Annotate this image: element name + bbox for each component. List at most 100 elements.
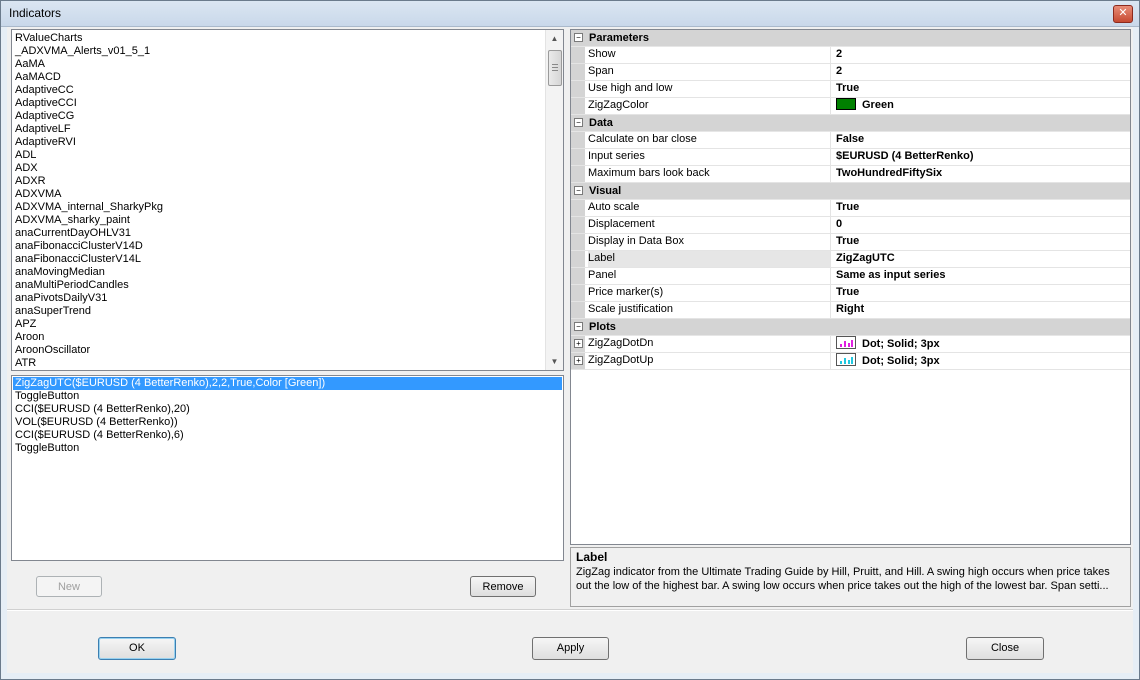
property-value[interactable]: True [836, 285, 1130, 300]
description-title: Label [576, 550, 608, 564]
window-close-icon[interactable]: ✕ [1113, 5, 1133, 23]
property-row[interactable]: Calculate on bar close False [571, 132, 1130, 149]
property-value[interactable]: ZigZagUTC [836, 251, 1130, 266]
applied-indicator-item[interactable]: VOL($EURUSD (4 BetterRenko)) [13, 416, 562, 429]
property-value[interactable]: $EURUSD (4 BetterRenko) [836, 149, 1130, 164]
available-indicator-item[interactable]: ADX [15, 162, 545, 175]
property-row[interactable]: ZigZagColor Green [571, 98, 1130, 115]
new-button[interactable]: New [36, 576, 102, 597]
property-row[interactable]: Label ZigZagUTC [571, 251, 1130, 268]
property-row[interactable]: Price marker(s) True [571, 285, 1130, 302]
property-value[interactable]: True [836, 200, 1130, 215]
available-indicator-item[interactable]: AaMACD [15, 71, 545, 84]
available-indicator-item[interactable]: APZ [15, 318, 545, 331]
property-row[interactable]: + ZigZagDotUp Dot; Solid; 3px [571, 353, 1130, 370]
available-indicator-item[interactable]: ADL [15, 149, 545, 162]
category-data[interactable]: − Data [571, 115, 1130, 132]
apply-button[interactable]: Apply [532, 637, 609, 660]
property-value[interactable]: True [836, 81, 1130, 96]
available-indicator-item[interactable]: RValueCharts [15, 32, 545, 45]
property-value[interactable]: False [836, 132, 1130, 147]
available-indicator-item[interactable]: AdaptiveLF [15, 123, 545, 136]
property-value[interactable]: TwoHundredFiftySix [836, 166, 1130, 181]
ok-button[interactable]: OK [98, 637, 176, 660]
available-indicator-item[interactable]: AaMA [15, 58, 545, 71]
dialog-client: RValueCharts _ADXVMA_Alerts_v01_5_1 AaMA Aa… [7, 27, 1133, 673]
property-description-panel: Label ZigZag indicator from the Ultimate… [570, 547, 1131, 607]
category-label: Visual [589, 185, 622, 197]
property-value[interactable]: 2 [836, 47, 1130, 62]
available-indicators-list[interactable]: RValueCharts _ADXVMA_Alerts_v01_5_1 AaMA Aa… [11, 29, 564, 371]
available-indicator-item[interactable]: AroonOscillator [15, 344, 545, 357]
property-value[interactable]: Same as input series [836, 268, 1130, 283]
property-value[interactable]: Right [836, 302, 1130, 317]
available-indicator-item[interactable]: ATR [15, 357, 545, 370]
category-parameters[interactable]: − Parameters [571, 30, 1130, 47]
property-row[interactable]: Panel Same as input series [571, 268, 1130, 285]
category-label: Parameters [589, 32, 649, 44]
applied-indicator-item[interactable]: ZigZagUTC($EURUSD (4 BetterRenko),2,2,Tr… [13, 377, 562, 390]
property-row[interactable]: Maximum bars look back TwoHundredFiftySix [571, 166, 1130, 183]
property-row[interactable]: Displacement 0 [571, 217, 1130, 234]
available-indicator-item[interactable]: _ADXVMA_Alerts_v01_5_1 [15, 45, 545, 58]
applied-indicator-item[interactable]: ToggleButton [13, 390, 562, 403]
property-row[interactable]: + ZigZagDotDn Dot; Solid; 3px [571, 336, 1130, 353]
available-indicator-item[interactable]: AdaptiveCG [15, 110, 545, 123]
property-row[interactable]: Auto scale True [571, 200, 1130, 217]
property-grid[interactable]: − Parameters Show 2 Span 2 Use high and low Tru… [570, 29, 1131, 545]
expand-icon[interactable]: + [574, 339, 583, 348]
collapse-icon[interactable]: − [574, 33, 583, 42]
available-indicator-item[interactable]: anaPivotsDailyV31 [15, 292, 545, 305]
collapse-icon[interactable]: − [574, 118, 583, 127]
available-indicator-item[interactable]: anaFibonacciClusterV14D [15, 240, 545, 253]
available-indicator-item[interactable]: anaMultiPeriodCandles [15, 279, 545, 292]
scroll-thumb[interactable] [548, 50, 562, 86]
available-indicator-item[interactable]: anaSuperTrend [15, 305, 545, 318]
available-indicator-item[interactable]: AdaptiveRVI [15, 136, 545, 149]
applied-indicator-item[interactable]: ToggleButton [13, 442, 562, 455]
property-row[interactable]: Use high and low True [571, 81, 1130, 98]
available-indicator-item[interactable]: ADXVMA_internal_SharkyPkg [15, 201, 545, 214]
collapse-icon[interactable]: − [574, 322, 583, 331]
scroll-down-icon[interactable]: ▼ [546, 353, 563, 370]
available-list-scrollbar[interactable]: ▲ ▼ [545, 30, 563, 370]
collapse-icon[interactable]: − [574, 186, 583, 195]
scroll-up-icon[interactable]: ▲ [546, 30, 563, 47]
property-name: Input series [588, 149, 831, 165]
property-value[interactable]: Dot; Solid; 3px [836, 336, 1130, 352]
title-bar[interactable]: Indicators ✕ [1, 1, 1139, 27]
expand-icon[interactable]: + [574, 356, 583, 365]
applied-indicator-item[interactable]: CCI($EURUSD (4 BetterRenko),20) [13, 403, 562, 416]
available-indicator-item[interactable]: ADXVMA_sharky_paint [15, 214, 545, 227]
property-value-text: Same as input series [836, 269, 946, 281]
property-value-text: Dot; Solid; 3px [862, 355, 940, 367]
property-value[interactable]: 0 [836, 217, 1130, 232]
property-value[interactable]: 2 [836, 64, 1130, 79]
property-row[interactable]: Input series $EURUSD (4 BetterRenko) [571, 149, 1130, 166]
property-row[interactable]: Show 2 [571, 47, 1130, 64]
plot-style-icon [836, 336, 856, 349]
applied-indicator-item[interactable]: CCI($EURUSD (4 BetterRenko),6) [13, 429, 562, 442]
property-value[interactable]: True [836, 234, 1130, 249]
applied-indicators-list[interactable]: ZigZagUTC($EURUSD (4 BetterRenko),2,2,Tr… [11, 375, 564, 561]
property-name: Maximum bars look back [588, 166, 831, 182]
category-visual[interactable]: − Visual [571, 183, 1130, 200]
property-value[interactable]: Green [836, 98, 1130, 113]
available-indicator-item[interactable]: anaMovingMedian [15, 266, 545, 279]
property-value[interactable]: Dot; Solid; 3px [836, 353, 1130, 369]
available-indicator-item[interactable]: ADXVMA [15, 188, 545, 201]
property-row[interactable]: Span 2 [571, 64, 1130, 81]
available-indicator-item[interactable]: anaCurrentDayOHLV31 [15, 227, 545, 240]
property-name: Panel [588, 268, 831, 284]
available-indicator-item[interactable]: AdaptiveCC [15, 84, 545, 97]
category-plots[interactable]: − Plots [571, 319, 1130, 336]
property-row[interactable]: Scale justification Right [571, 302, 1130, 319]
available-indicator-item[interactable]: ADXR [15, 175, 545, 188]
available-indicator-item[interactable]: Aroon [15, 331, 545, 344]
remove-button[interactable]: Remove [470, 576, 536, 597]
available-indicator-item[interactable]: AdaptiveCCI [15, 97, 545, 110]
property-row[interactable]: Display in Data Box True [571, 234, 1130, 251]
available-indicator-item[interactable]: anaFibonacciClusterV14L [15, 253, 545, 266]
close-button[interactable]: Close [966, 637, 1044, 660]
property-value-text: 2 [836, 48, 843, 60]
